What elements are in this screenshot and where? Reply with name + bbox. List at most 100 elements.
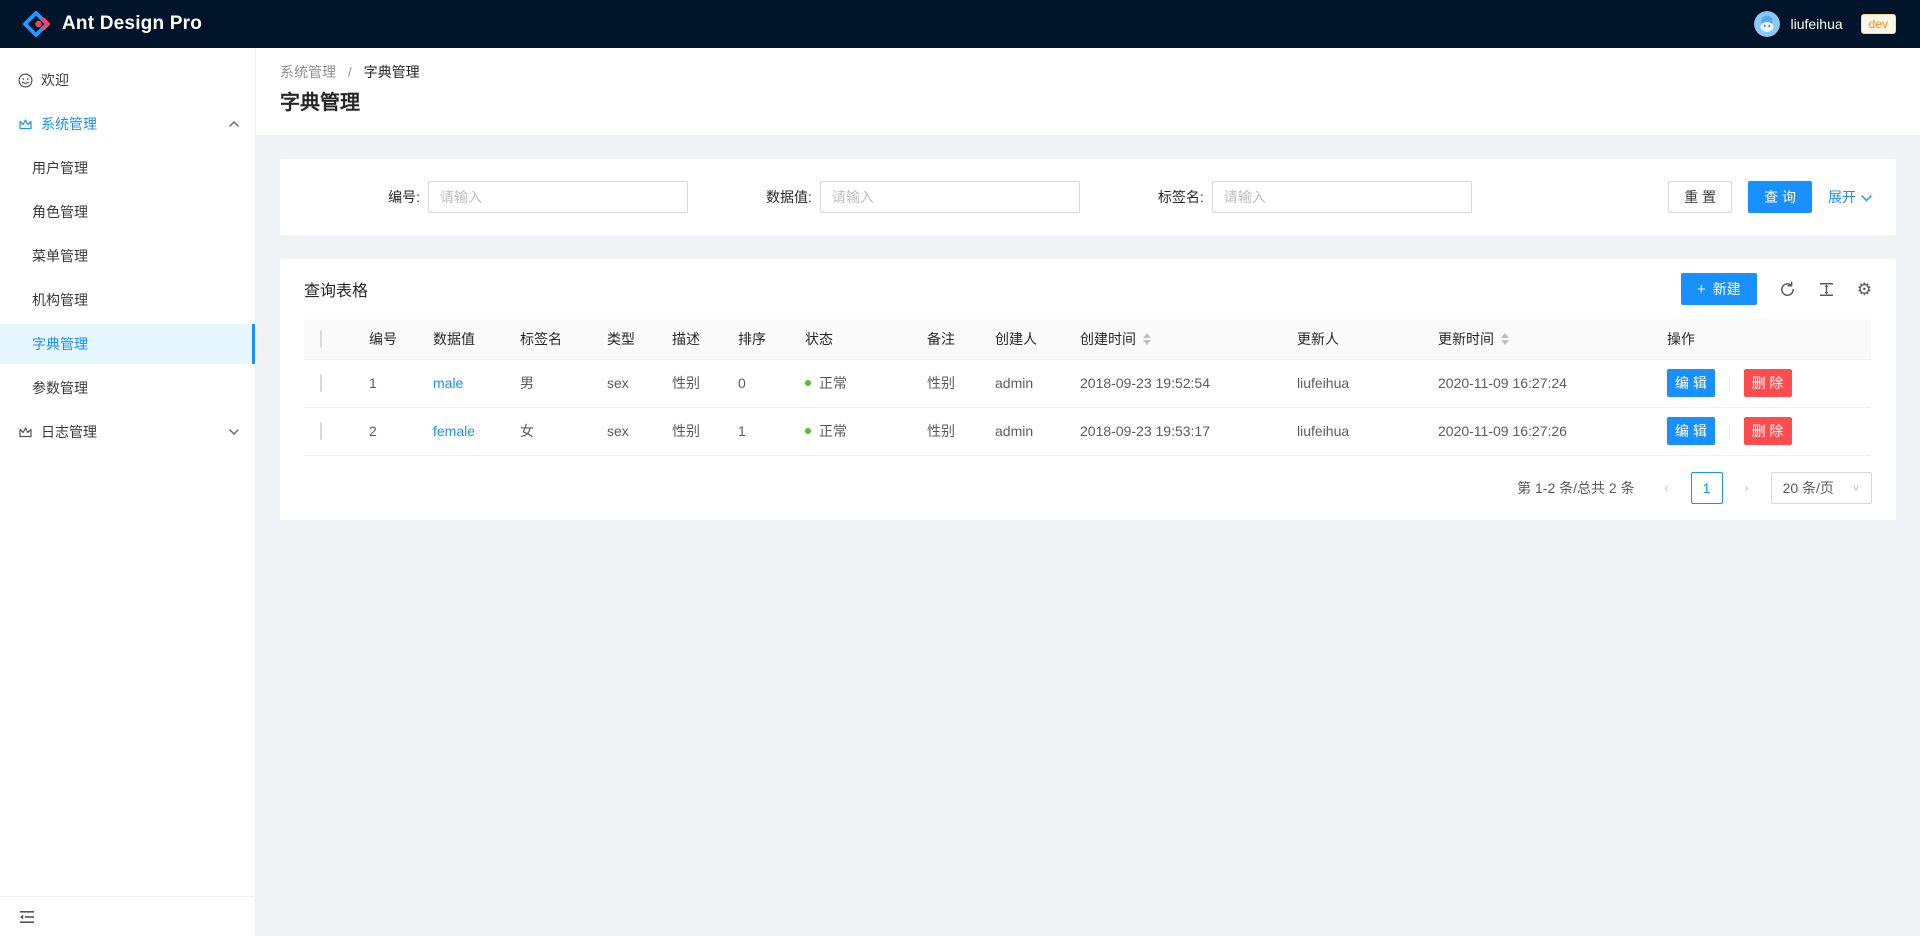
col-header-type: 类型 [591, 319, 656, 359]
user-avatar[interactable] [1754, 11, 1780, 37]
status-dot-icon [805, 380, 811, 386]
expand-toggle[interactable]: 展开 [1828, 187, 1872, 207]
sidebar-item-system[interactable]: 系统管理 [0, 104, 255, 144]
page-title: 字典管理 [280, 89, 1896, 117]
field-label-id: 编号: [304, 187, 420, 207]
status-label: 正常 [819, 373, 847, 393]
username[interactable]: liufeihua [1790, 16, 1842, 32]
col-header-create-time[interactable]: 创建时间 [1064, 319, 1281, 359]
cell-desc: 性别 [656, 359, 722, 407]
status-dot-icon [805, 428, 811, 434]
cell-type: sex [591, 407, 656, 455]
edit-button[interactable]: 编 辑 [1667, 369, 1715, 397]
cell-create-time: 2018-09-23 19:53:17 [1064, 407, 1281, 455]
sidebar-item-param-mgmt[interactable]: 参数管理 [0, 368, 255, 408]
breadcrumb-current: 字典管理 [364, 64, 420, 80]
field-label-tag: 标签名: [1158, 187, 1204, 207]
breadcrumb-parent[interactable]: 系统管理 [280, 64, 336, 80]
table-card: 查询表格 + 新建 [280, 259, 1896, 520]
sidebar-item-dict-mgmt[interactable]: 字典管理 [0, 324, 255, 364]
cell-create-time: 2018-09-23 19:52:54 [1064, 359, 1281, 407]
sidebar-item-org-mgmt[interactable]: 机构管理 [0, 280, 255, 320]
cell-tag: 男 [504, 359, 591, 407]
col-header-update-time[interactable]: 更新时间 [1422, 319, 1651, 359]
id-input[interactable] [428, 181, 688, 213]
menu-fold-icon[interactable] [18, 908, 36, 926]
chevron-down-icon [229, 429, 239, 435]
page-size-value: 20 条/页 [1783, 478, 1834, 498]
sidebar: 欢迎 系统管理 用户管理 角色管理 菜单管理 机构管理 字典管理 [0, 48, 256, 936]
col-header-id: 编号 [353, 319, 417, 359]
delete-button[interactable]: 删 除 [1744, 369, 1792, 397]
cell-type: sex [591, 359, 656, 407]
app-header: Ant Design Pro liufeihua dev [0, 0, 1920, 48]
chevron-up-icon [229, 121, 239, 127]
pagination-total: 第 1-2 条/总共 2 条 [1517, 478, 1634, 498]
env-tag: dev [1861, 14, 1896, 34]
crown-icon [18, 117, 33, 132]
new-button[interactable]: + 新建 [1681, 273, 1757, 305]
app-logo-icon [22, 10, 50, 38]
edit-button[interactable]: 编 辑 [1667, 417, 1715, 445]
page-size-select[interactable]: 20 条/页 ∨ [1771, 472, 1872, 504]
density-icon[interactable] [1818, 281, 1835, 298]
chevron-down-icon: ∨ [1852, 482, 1860, 492]
select-all-checkbox[interactable] [320, 330, 322, 348]
status-badge: 正常 [805, 373, 847, 393]
main-content: 系统管理 / 字典管理 字典管理 编号: 数据值: 标签名: 重 置 [256, 48, 1920, 936]
reload-icon[interactable] [1779, 281, 1796, 298]
prev-page-button[interactable]: ‹ [1651, 472, 1683, 504]
cell-id: 2 [353, 407, 417, 455]
sidebar-item-label: 日志管理 [41, 422, 97, 442]
sidebar-item-label: 欢迎 [41, 70, 69, 90]
sidebar-item-role-mgmt[interactable]: 角色管理 [0, 192, 255, 232]
tag-input[interactable] [1212, 181, 1472, 213]
cell-updater: liufeihua [1281, 407, 1422, 455]
cell-sort: 0 [722, 359, 789, 407]
table-title: 查询表格 [304, 277, 368, 301]
cell-updater: liufeihua [1281, 359, 1422, 407]
col-header-creator: 创建人 [979, 319, 1064, 359]
action-divider [1729, 377, 1730, 391]
search-button[interactable]: 查 询 [1748, 181, 1812, 213]
cell-tag: 女 [504, 407, 591, 455]
cell-update-time: 2020-11-09 16:27:24 [1422, 359, 1651, 407]
page-number-button[interactable]: 1 [1691, 472, 1723, 504]
value-input[interactable] [820, 181, 1080, 213]
next-page-button[interactable]: › [1731, 472, 1763, 504]
crown-icon [18, 425, 33, 440]
search-form: 编号: 数据值: 标签名: 重 置 查 询 展开 [280, 159, 1896, 235]
delete-button[interactable]: 删 除 [1744, 417, 1792, 445]
sidebar-item-label: 系统管理 [41, 114, 97, 134]
col-header-desc: 描述 [656, 319, 722, 359]
app-title: Ant Design Pro [62, 13, 202, 35]
sidebar-item-user-mgmt[interactable]: 用户管理 [0, 148, 255, 188]
cell-value-link[interactable]: male [433, 375, 463, 391]
brand[interactable]: Ant Design Pro [22, 10, 202, 38]
sidebar-item-label: 菜单管理 [32, 246, 88, 266]
cell-value-link[interactable]: female [433, 423, 475, 439]
sidebar-item-label: 角色管理 [32, 202, 88, 222]
cell-creator: admin [979, 407, 1064, 455]
settings-gear-icon[interactable]: ⚙ [1857, 281, 1872, 298]
new-button-label: 新建 [1713, 279, 1741, 299]
sidebar-item-menu-mgmt[interactable]: 菜单管理 [0, 236, 255, 276]
page-header: 系统管理 / 字典管理 字典管理 [256, 48, 1920, 135]
chevron-down-icon [1861, 189, 1872, 205]
smile-icon [18, 73, 33, 88]
dict-table: 编号 数据值 标签名 类型 描述 排序 状态 备注 创建人 创建时间 [304, 319, 1871, 456]
cell-remark: 性别 [911, 359, 979, 407]
col-header-tag: 标签名 [504, 319, 591, 359]
status-label: 正常 [819, 421, 847, 441]
col-header-actions: 操作 [1651, 319, 1871, 359]
cell-remark: 性别 [911, 407, 979, 455]
sidebar-item-log-mgmt[interactable]: 日志管理 [0, 412, 255, 452]
reset-button[interactable]: 重 置 [1668, 181, 1732, 213]
cell-desc: 性别 [656, 407, 722, 455]
sidebar-item-welcome[interactable]: 欢迎 [0, 60, 255, 100]
action-divider [1729, 425, 1730, 439]
row-checkbox[interactable] [320, 422, 322, 440]
table-row: 2 female 女 sex 性别 1 正常 [304, 407, 1871, 455]
row-checkbox[interactable] [320, 374, 322, 392]
col-header-updater: 更新人 [1281, 319, 1422, 359]
